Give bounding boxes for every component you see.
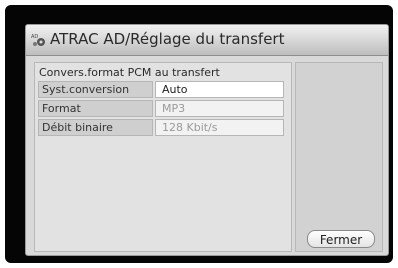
transfer-settings-dialog: AD ATRAC AD/Réglage du transfert Convers… [25,24,389,256]
setting-value-bitrate: 128 Kbit/s [155,119,284,136]
title-bar: AD ATRAC AD/Réglage du transfert [26,25,388,56]
atrac-ad-icon: AD [31,31,49,49]
setting-label-bitrate: Débit binaire [38,119,153,136]
setting-row-format: Format MP3 [38,100,284,117]
dialog-title: ATRAC AD/Réglage du transfert [50,30,285,48]
side-panel [295,62,383,252]
setting-label-conversion: Syst.conversion [38,81,153,98]
setting-value-conversion[interactable]: Auto [155,81,284,98]
setting-value-format: MP3 [155,100,284,117]
close-button[interactable]: Fermer [307,230,375,248]
setting-row-conversion[interactable]: Syst.conversion Auto [38,81,284,98]
section-label: Convers.format PCM au transfert [39,66,220,79]
svg-text:AD: AD [31,34,38,40]
setting-row-bitrate: Débit binaire 128 Kbit/s [38,119,284,136]
tv-screen: AD ATRAC AD/Réglage du transfert Convers… [5,5,393,263]
settings-panel: Convers.format PCM au transfert Syst.con… [34,62,292,252]
setting-label-format: Format [38,100,153,117]
